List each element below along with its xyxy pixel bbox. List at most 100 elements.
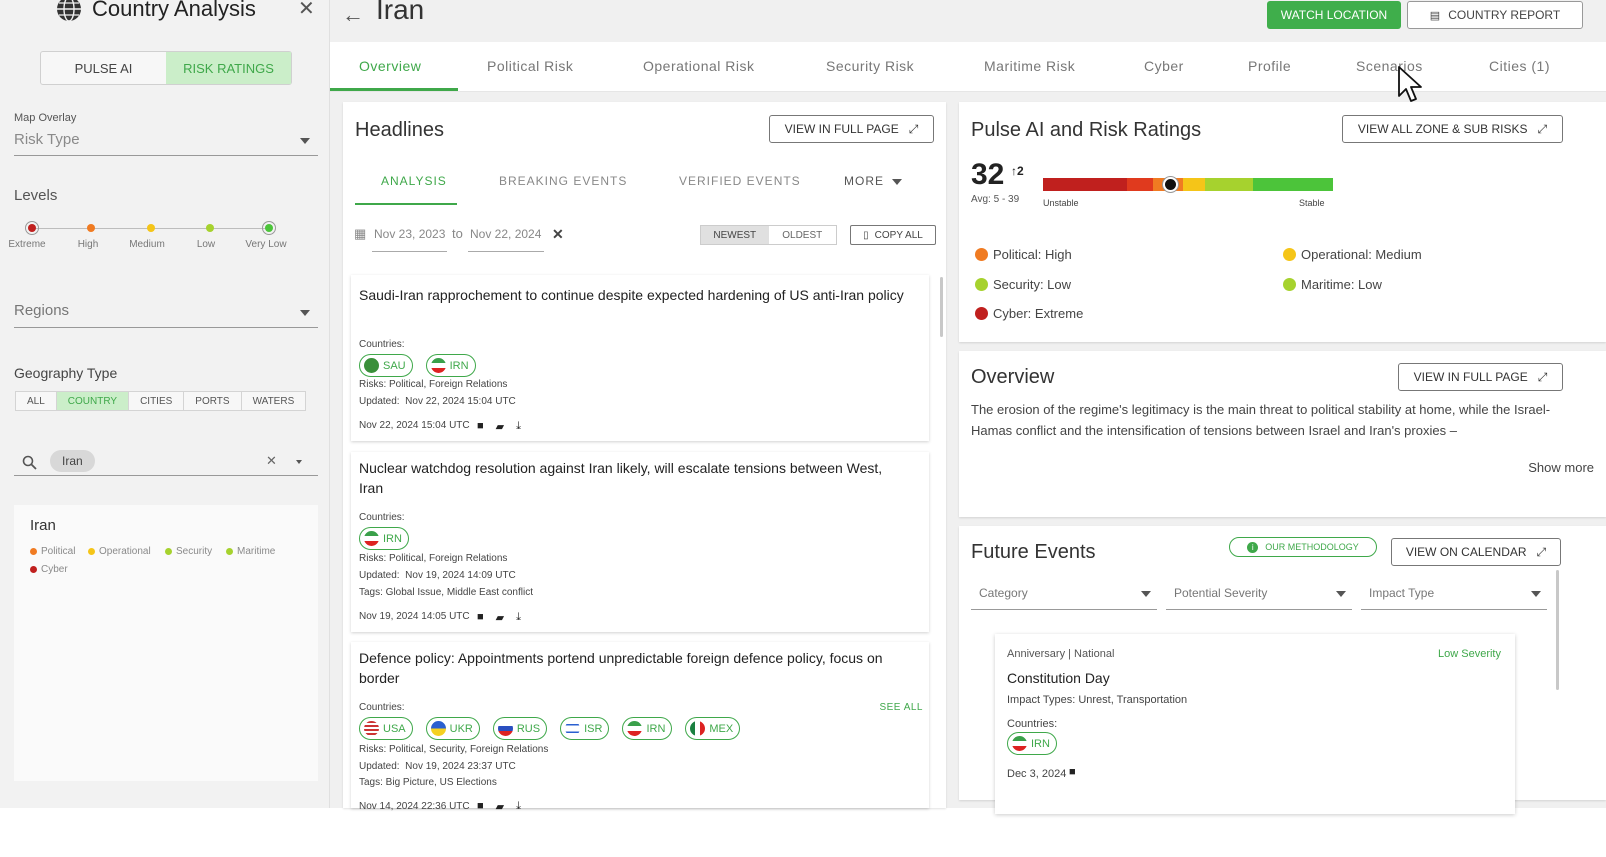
headlines-scrollbar[interactable] (940, 277, 943, 337)
level-label: Low (196, 239, 216, 250)
view-calendar-button[interactable]: VIEW ON CALENDAR ⤢ (1391, 538, 1561, 566)
level-dot-very-low (265, 224, 273, 232)
article-card[interactable]: Nuclear watchdog resolution against Iran… (351, 452, 929, 632)
countries-label: Countries: (359, 702, 405, 713)
tab-political-risk[interactable]: Political Risk (487, 58, 573, 74)
tab-cyber[interactable]: Cyber (1144, 58, 1184, 74)
overview-full-page-button[interactable]: VIEW IN FULL PAGE ⤢ (1398, 363, 1563, 391)
copy-all-button[interactable]: ▯ COPY ALL (850, 225, 936, 245)
subtab-more[interactable]: MORE (844, 174, 884, 188)
clipboard-icon[interactable]: ■ (477, 420, 484, 433)
folder-icon[interactable]: ▰ (496, 611, 504, 624)
tab-cities[interactable]: Cities (1) (1489, 58, 1550, 74)
level-dot-high[interactable] (87, 224, 95, 232)
article-title[interactable]: Defence policy: Appointments portend unp… (359, 648, 909, 688)
download-icon[interactable]: ⤓ (516, 420, 521, 433)
country-chip[interactable]: RUS (492, 717, 548, 740)
clear-icon[interactable]: ✕ (266, 453, 277, 469)
article-card[interactable]: Defence policy: Appointments portend unp… (351, 642, 929, 813)
copy-all-label: COPY ALL (874, 229, 923, 241)
country-chip[interactable]: IRN (1007, 732, 1057, 755)
chevron-down-icon[interactable] (296, 460, 302, 464)
watch-location-button[interactable]: WATCH LOCATION (1267, 1, 1401, 29)
chevron-down-icon (1336, 591, 1346, 597)
event-name[interactable]: Constitution Day (1007, 670, 1110, 686)
top-bar: ← Iran WATCH LOCATION ▤ COUNTRY REPORT (330, 0, 1606, 42)
back-arrow-icon[interactable]: ← (342, 2, 364, 28)
show-more-link[interactable]: Show more (1528, 460, 1594, 475)
country-chip[interactable]: UKR (425, 717, 480, 740)
geo-all-button[interactable]: ALL (16, 392, 57, 410)
country-chip[interactable]: SAU (359, 354, 413, 377)
clipboard-icon: ▯ (863, 229, 869, 241)
category-select[interactable]: Category (971, 582, 1157, 610)
level-dot-low[interactable] (206, 224, 214, 232)
folder-icon[interactable]: ▰ (496, 420, 504, 433)
clipboard-icon[interactable]: ■ (1069, 766, 1076, 778)
regions-select[interactable]: Regions (14, 300, 318, 328)
severity-select[interactable]: Potential Severity (1166, 582, 1352, 610)
clear-dates-icon[interactable]: ✕ (552, 226, 564, 243)
tab-operational-risk[interactable]: Operational Risk (643, 58, 755, 74)
search-chip[interactable]: Iran (50, 450, 95, 472)
article-card[interactable]: Saudi-Iran rapprochement to continue des… (351, 275, 929, 441)
tab-profile[interactable]: Profile (1248, 58, 1291, 74)
country-chip[interactable]: MEX (685, 717, 741, 740)
calendar-icon[interactable]: ▦ (354, 226, 366, 242)
geo-ports-button[interactable]: PORTS (184, 392, 242, 410)
geo-waters-button[interactable]: WATERS (241, 392, 306, 410)
geo-cities-button[interactable]: CITIES (129, 392, 185, 410)
rating-cyber[interactable]: Cyber: Extreme (975, 306, 1083, 321)
date-to[interactable]: Nov 22, 2024 (470, 227, 541, 241)
country-chip[interactable]: USA (359, 717, 413, 740)
sort-oldest-button[interactable]: OLDEST (769, 226, 837, 244)
rating-security[interactable]: Security: Low (975, 277, 1071, 292)
tab-overview[interactable]: Overview (359, 58, 421, 74)
flag-ukr-icon (430, 721, 446, 736)
date-from[interactable]: Nov 23, 2023 (374, 227, 445, 241)
events-scrollbar[interactable] (1556, 570, 1559, 690)
rating-maritime[interactable]: Maritime: Low (1283, 277, 1382, 292)
article-title[interactable]: Nuclear watchdog resolution against Iran… (359, 458, 909, 498)
view-all-risks-button[interactable]: VIEW ALL ZONE & SUB RISKS ⤢ (1342, 115, 1563, 143)
article-title[interactable]: Saudi-Iran rapprochement to continue des… (359, 285, 909, 305)
tab-maritime-risk[interactable]: Maritime Risk (984, 58, 1075, 74)
flag-isr-icon (565, 721, 581, 736)
headlines-full-page-button[interactable]: VIEW IN FULL PAGE ⤢ (769, 115, 934, 143)
tab-risk-ratings[interactable]: RISK RATINGS (166, 52, 291, 84)
subtab-breaking-events[interactable]: BREAKING EVENTS (499, 174, 627, 188)
subtab-analysis[interactable]: ANALYSIS (381, 174, 447, 188)
level-dot-medium[interactable] (147, 224, 155, 232)
download-icon[interactable]: ⤓ (516, 800, 521, 813)
chevron-down-icon[interactable] (892, 179, 902, 185)
date-from-underline (372, 251, 447, 252)
impact-type-select[interactable]: Impact Type (1361, 582, 1547, 610)
event-card[interactable]: Anniversary | National Low Severity Cons… (995, 634, 1515, 814)
methodology-button[interactable]: i OUR METHODOLOGY (1229, 537, 1377, 557)
clipboard-icon[interactable]: ■ (477, 611, 484, 624)
globe-icon (57, 0, 81, 22)
map-overlay-select[interactable]: Risk Type (14, 128, 318, 156)
sort-newest-button[interactable]: NEWEST (701, 226, 769, 244)
folder-icon[interactable]: ▰ (496, 800, 504, 813)
download-icon[interactable]: ⤓ (516, 611, 521, 624)
country-chip[interactable]: ISR (560, 717, 610, 740)
event-severity: Low Severity (1438, 648, 1501, 660)
subtab-verified-events[interactable]: VERIFIED EVENTS (679, 174, 801, 188)
flag-irn-icon (364, 531, 379, 546)
close-icon[interactable]: ✕ (298, 0, 315, 21)
country-search[interactable]: Iran ✕ (14, 448, 318, 476)
see-all-link[interactable]: SEE ALL (879, 702, 923, 713)
geo-country-button[interactable]: COUNTRY (56, 392, 130, 410)
rating-operational[interactable]: Operational: Medium (1283, 247, 1422, 262)
rating-political[interactable]: Political: High (975, 247, 1072, 262)
tab-pulse-ai[interactable]: PULSE AI (41, 52, 166, 84)
country-chip[interactable]: IRN (425, 354, 476, 377)
country-chip[interactable]: IRN (359, 527, 409, 550)
country-chip[interactable]: IRN (622, 717, 673, 740)
country-summary-card[interactable]: Iran Political Operational Security Mari… (14, 505, 318, 781)
tab-security-risk[interactable]: Security Risk (826, 58, 914, 74)
clipboard-icon[interactable]: ■ (477, 800, 484, 813)
country-report-button[interactable]: ▤ COUNTRY REPORT (1407, 1, 1583, 29)
country-chips: USA UKR RUS ISR IRN MEX (359, 717, 741, 740)
